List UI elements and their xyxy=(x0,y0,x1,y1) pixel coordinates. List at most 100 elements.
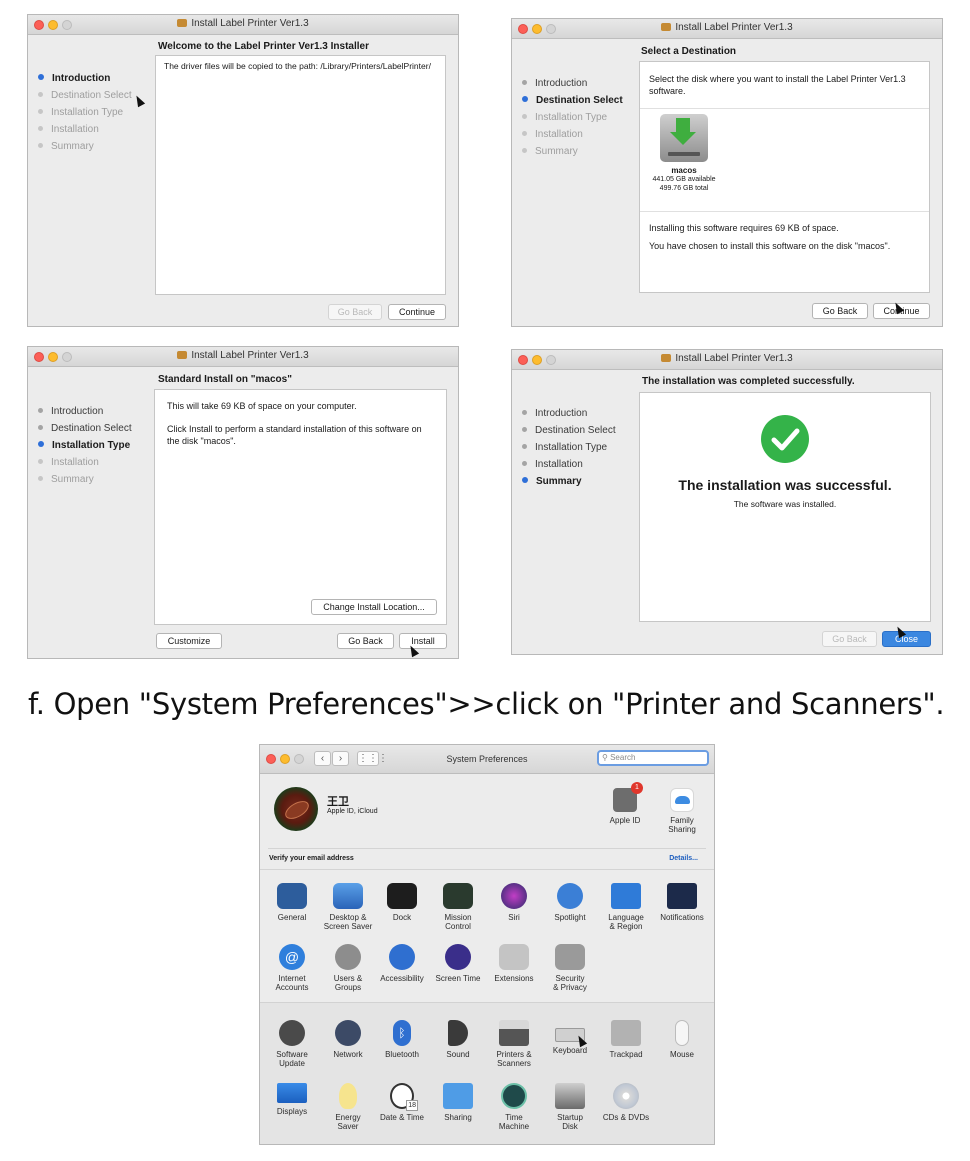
step-introduction: Introduction xyxy=(522,75,642,92)
divider xyxy=(260,869,714,870)
go-back-button[interactable]: Go Back xyxy=(822,631,877,647)
pref-startup-disk[interactable]: Startup Disk xyxy=(542,1083,598,1131)
language-flag-icon xyxy=(611,883,641,909)
step-installation: Installation xyxy=(38,454,158,471)
step-indicator-icon xyxy=(522,444,527,449)
chosen-disk-text: You have chosen to install this software… xyxy=(649,241,891,251)
pref-dock[interactable]: Dock xyxy=(374,883,430,922)
general-icon xyxy=(277,883,307,909)
divider xyxy=(640,108,929,109)
step-indicator-icon xyxy=(38,109,43,114)
divider xyxy=(640,211,929,212)
search-input[interactable]: ⚲ Search xyxy=(597,750,709,766)
pref-energy-saver[interactable]: Energy Saver xyxy=(320,1083,376,1131)
clock-calendar-icon: 18 xyxy=(390,1083,418,1111)
notifications-icon xyxy=(667,883,697,909)
change-install-location-button[interactable]: Change Install Location... xyxy=(311,599,437,615)
pref-siri[interactable]: Siri xyxy=(486,883,542,922)
customize-button[interactable]: Customize xyxy=(156,633,222,649)
family-sharing-icon xyxy=(670,788,694,812)
pref-users-groups[interactable]: Users & Groups xyxy=(320,944,376,992)
pref-bluetooth[interactable]: ᛒ Bluetooth xyxy=(374,1020,430,1059)
pref-language-region[interactable]: Language & Region xyxy=(598,883,654,931)
pref-cds-dvds[interactable]: CDs & DVDs xyxy=(598,1083,654,1122)
step-indicator-icon xyxy=(38,92,43,97)
step-indicator-icon xyxy=(38,126,43,131)
pref-spotlight[interactable]: Spotlight xyxy=(542,883,598,922)
step-destination-select: Destination Select xyxy=(38,420,158,437)
details-link[interactable]: Details... xyxy=(669,855,698,862)
installer-steps: Introduction Destination Select Installa… xyxy=(38,403,158,488)
step-indicator-icon xyxy=(38,408,43,413)
pref-printers-scanners[interactable]: Printers & Scanners xyxy=(486,1020,542,1068)
page-heading: Standard Install on "macos" xyxy=(158,374,292,385)
pref-sharing[interactable]: Sharing xyxy=(430,1083,486,1122)
step-destination-select: Destination Select xyxy=(522,422,642,439)
step-indicator-icon xyxy=(522,80,527,85)
title-bar[interactable]: Install Label Printer Ver1.3 xyxy=(512,350,942,370)
installer-window-introduction: Install Label Printer Ver1.3 Welcome to … xyxy=(27,14,459,327)
pref-screen-time[interactable]: Screen Time xyxy=(430,944,486,983)
step-installation: Installation xyxy=(522,456,642,473)
pref-family-sharing[interactable]: Family Sharing xyxy=(654,788,710,834)
spotlight-icon xyxy=(557,883,583,909)
go-back-button[interactable]: Go Back xyxy=(328,304,382,320)
pref-displays[interactable]: Displays xyxy=(264,1083,320,1116)
step-installation-type: Installation Type xyxy=(38,104,158,121)
driver-path-text: The driver files will be copied to the p… xyxy=(164,61,431,71)
notification-badge: 1 xyxy=(631,782,643,794)
step-indicator-icon xyxy=(522,148,527,153)
go-back-button[interactable]: Go Back xyxy=(812,303,868,319)
pref-time-machine[interactable]: Time Machine xyxy=(486,1083,542,1131)
step-indicator-icon xyxy=(522,477,528,483)
package-icon xyxy=(661,354,672,362)
pref-trackpad[interactable]: Trackpad xyxy=(598,1020,654,1059)
go-back-button[interactable]: Go Back xyxy=(337,633,394,649)
close-button[interactable]: Close xyxy=(882,631,931,647)
page-heading: Welcome to the Label Printer Ver1.3 Inst… xyxy=(158,41,370,52)
user-avatar[interactable] xyxy=(274,787,318,831)
dock-icon xyxy=(387,883,417,909)
title-bar[interactable]: Install Label Printer Ver1.3 xyxy=(28,347,458,367)
hard-disk-icon xyxy=(660,114,708,162)
disk-name: macos xyxy=(671,166,697,175)
step-indicator-icon xyxy=(38,476,43,481)
pref-keyboard[interactable]: Keyboard xyxy=(542,1020,598,1055)
step-indicator-icon xyxy=(522,427,527,432)
siri-icon xyxy=(501,883,527,909)
pref-apple-id[interactable]: 1 Apple ID xyxy=(597,782,653,825)
continue-button[interactable]: Continue xyxy=(388,304,446,320)
pref-general[interactable]: General xyxy=(264,883,320,922)
pref-software-update[interactable]: Software Update xyxy=(264,1020,320,1068)
step-introduction: Introduction xyxy=(38,403,158,420)
step-installation-type: Installation Type xyxy=(38,437,158,454)
verify-email-text: Verify your email address xyxy=(269,855,354,862)
pref-security-privacy[interactable]: Security & Privacy xyxy=(542,944,598,992)
speaker-icon xyxy=(448,1020,468,1046)
gear-icon xyxy=(279,1020,305,1046)
window-title: Install Label Printer Ver1.3 xyxy=(512,353,942,364)
success-check-icon xyxy=(761,415,809,463)
time-machine-icon xyxy=(501,1083,527,1109)
pref-date-time[interactable]: 18 Date & Time xyxy=(374,1083,430,1122)
pref-extensions[interactable]: Extensions xyxy=(486,944,542,983)
pref-notifications[interactable]: Notifications xyxy=(654,883,710,922)
step-indicator-icon xyxy=(522,96,528,102)
pref-mouse[interactable]: Mouse xyxy=(654,1020,710,1059)
pref-mission-control[interactable]: Mission Control xyxy=(430,883,486,931)
title-bar[interactable]: ‹ › ⋮⋮⋮ System Preferences ⚲ Search xyxy=(260,745,714,774)
disk-macos[interactable]: macos 441.05 GB available 499.76 GB tota… xyxy=(646,114,722,193)
package-icon xyxy=(177,351,188,359)
pref-internet-accounts[interactable]: @ Internet Accounts xyxy=(264,944,320,992)
pref-network[interactable]: Network xyxy=(320,1020,376,1059)
pref-accessibility[interactable]: Accessibility xyxy=(374,944,430,983)
user-subtitle: Apple ID, iCloud xyxy=(327,808,378,815)
pref-desktop-screen-saver[interactable]: Desktop & Screen Saver xyxy=(320,883,376,931)
step-installation-type: Installation Type xyxy=(522,439,642,456)
instruction-caption: f. Open "System Preferences">>click on "… xyxy=(28,687,945,721)
trackpad-icon xyxy=(611,1020,641,1046)
system-preferences-window: ‹ › ⋮⋮⋮ System Preferences ⚲ Search 王卫 A… xyxy=(259,744,715,1145)
pref-sound[interactable]: Sound xyxy=(430,1020,486,1059)
title-bar[interactable]: Install Label Printer Ver1.3 xyxy=(512,19,942,39)
title-bar[interactable]: Install Label Printer Ver1.3 xyxy=(28,15,458,35)
